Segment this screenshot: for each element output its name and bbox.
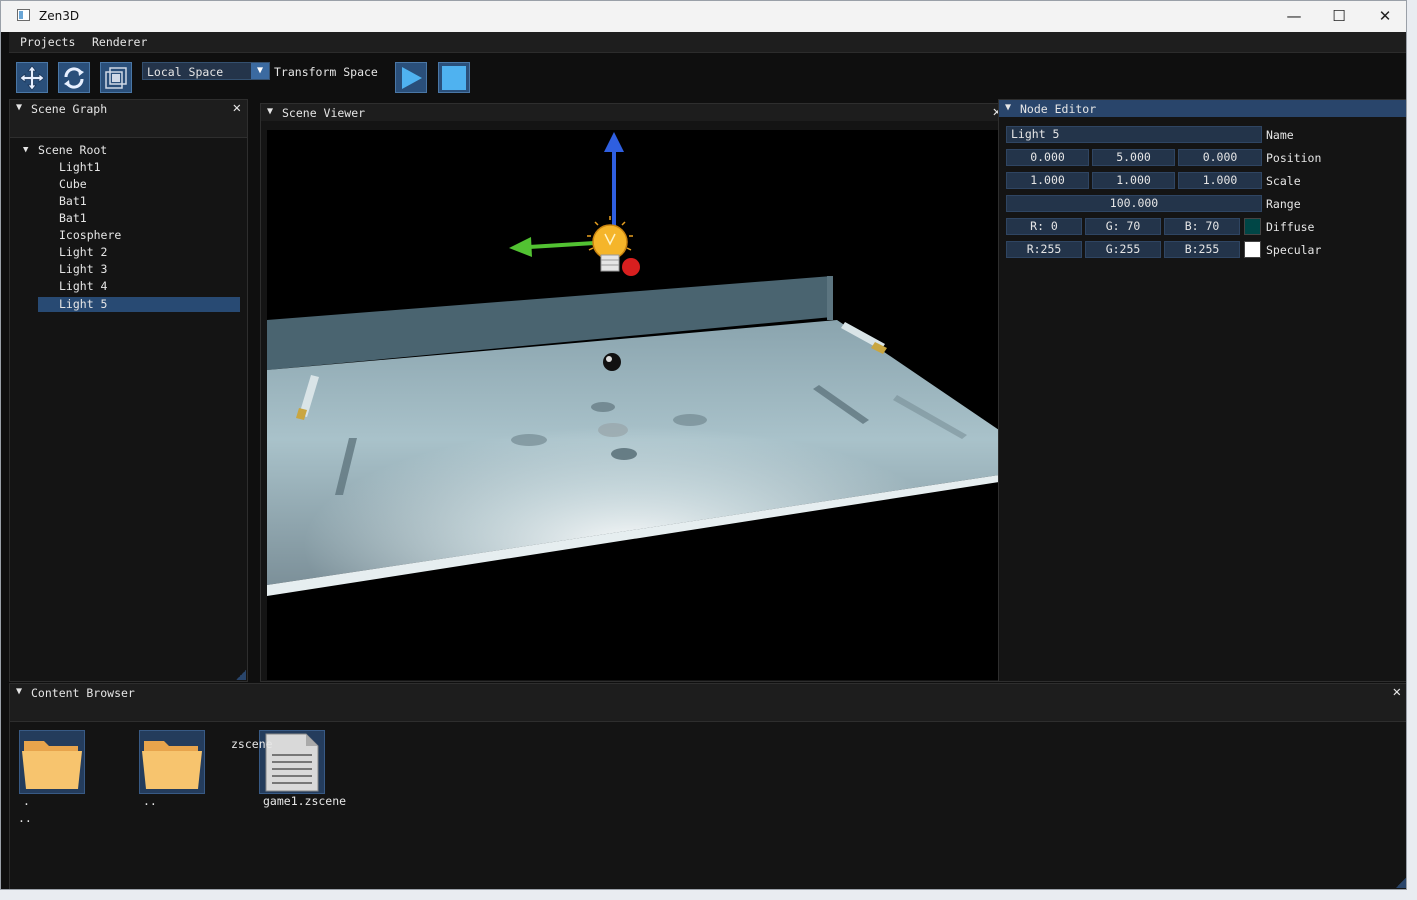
scene-graph-toolbar	[10, 117, 247, 138]
tree-item-bat1[interactable]: Bat1	[59, 194, 87, 209]
move-tool-button[interactable]	[16, 62, 48, 93]
resize-grip[interactable]	[236, 670, 246, 680]
scene-graph-header[interactable]: ▼ Scene Graph ✕	[10, 100, 247, 117]
folder-current-label: .	[23, 794, 30, 808]
menu-bar: Projects Renderer	[9, 32, 1406, 53]
scene-viewer-panel: ▼ Scene Viewer ✕	[260, 103, 1001, 682]
extra-parent-label: ..	[18, 811, 32, 825]
menu-projects[interactable]: Projects	[20, 35, 75, 49]
stop-icon	[442, 65, 466, 90]
diffuse-color-swatch[interactable]	[1244, 218, 1261, 235]
specular-color-swatch[interactable]	[1244, 241, 1261, 258]
minimize-button[interactable]: —	[1271, 1, 1317, 32]
close-window-button[interactable]: ✕	[1362, 1, 1406, 32]
stop-button[interactable]	[438, 62, 470, 93]
tree-item-light-4[interactable]: Light 4	[59, 279, 107, 294]
diffuse-r-input[interactable]: R: 0	[1006, 218, 1082, 235]
scene-viewer-header[interactable]: ▼ Scene Viewer ✕	[261, 104, 1001, 121]
position-y-input[interactable]: 5.000	[1092, 149, 1175, 166]
content-browser-panel: ▼ Content Browser ✕ . .. zscene game1.zs…	[9, 683, 1406, 889]
move-arrows-icon	[19, 64, 45, 91]
specular-label: Specular	[1266, 243, 1322, 257]
folder-icon	[22, 741, 82, 789]
diffuse-g-input[interactable]: G: 70	[1085, 218, 1161, 235]
folder-parent-label: ..	[143, 794, 157, 808]
app-icon	[17, 9, 30, 21]
file-type-tag: zscene	[231, 737, 273, 751]
file-game1-label: game1.zscene	[263, 794, 347, 808]
play-button[interactable]	[395, 62, 427, 93]
folder-parent[interactable]	[139, 730, 205, 794]
scene-root-node[interactable]: Scene Root	[38, 143, 107, 158]
specular-b-input[interactable]: B:255	[1164, 241, 1240, 258]
content-browser-header[interactable]: ▼ Content Browser ✕	[10, 684, 1406, 701]
rotate-icon	[64, 66, 84, 89]
scene-graph-title: Scene Graph	[31, 102, 108, 116]
node-editor-panel: ▼ Node Editor Light 5 Name 0.000 5.000 0…	[998, 99, 1406, 682]
window-title: Zen3D	[39, 9, 80, 23]
resize-grip[interactable]	[1396, 878, 1406, 888]
range-input[interactable]: 100.000	[1006, 195, 1262, 212]
close-icon[interactable]: ✕	[233, 100, 241, 116]
diffuse-label: Diffuse	[1266, 220, 1315, 234]
chevron-down-icon: ▼	[251, 63, 269, 79]
tree-item-light-2[interactable]: Light 2	[59, 245, 107, 260]
position-x-input[interactable]: 0.000	[1006, 149, 1089, 166]
specular-g-input[interactable]: G:255	[1085, 241, 1161, 258]
title-bar: Zen3D — ☐ ✕	[1, 1, 1406, 32]
scale-z-input[interactable]: 1.000	[1178, 172, 1262, 189]
position-label: Position	[1266, 151, 1322, 165]
tree-item-bat1-second[interactable]: Bat1	[59, 211, 87, 226]
content-browser-title: Content Browser	[31, 686, 135, 700]
tree-item-light-5-label: Light 5	[59, 297, 108, 311]
app-window: Zen3D — ☐ ✕ Projects Renderer Local Spac…	[0, 0, 1407, 890]
collapse-triangle-icon[interactable]: ▼	[267, 106, 273, 117]
scale-label: Scale	[1266, 174, 1301, 188]
tree-item-cube[interactable]: Cube	[59, 177, 87, 192]
folder-icon	[142, 741, 202, 789]
node-editor-title: Node Editor	[1020, 102, 1097, 116]
transform-space-label: Transform Space	[274, 65, 378, 79]
menu-renderer[interactable]: Renderer	[92, 35, 147, 49]
transform-space-value: Local Space	[147, 65, 224, 79]
collapse-triangle-icon[interactable]: ▼	[16, 686, 22, 697]
node-editor-header[interactable]: ▼ Node Editor	[999, 100, 1406, 117]
scale-x-input[interactable]: 1.000	[1006, 172, 1089, 189]
tree-item-icosphere[interactable]: Icosphere	[59, 228, 121, 243]
scene-viewer-title: Scene Viewer	[282, 106, 366, 120]
scale-icon	[105, 66, 127, 89]
ball	[603, 353, 621, 371]
diffuse-b-input[interactable]: B: 70	[1164, 218, 1240, 235]
scale-y-input[interactable]: 1.000	[1092, 172, 1175, 189]
position-z-input[interactable]: 0.000	[1178, 149, 1262, 166]
scale-tool-button[interactable]	[100, 62, 132, 93]
tree-item-light-5-selected[interactable]: Light 5	[38, 297, 240, 312]
name-label: Name	[1266, 128, 1294, 142]
rotate-tool-button[interactable]	[58, 62, 90, 93]
collapse-triangle-icon[interactable]: ▼	[1005, 102, 1011, 113]
tree-item-light1[interactable]: Light1	[59, 160, 101, 175]
name-input[interactable]: Light 5	[1006, 126, 1262, 143]
play-icon	[402, 66, 422, 89]
tree-expand-icon[interactable]: ▼	[23, 143, 28, 158]
folder-current[interactable]	[19, 730, 85, 794]
transform-space-select[interactable]: Local Space ▼	[142, 62, 270, 80]
viewport-3d[interactable]	[267, 130, 999, 680]
maximize-button[interactable]: ☐	[1316, 1, 1362, 32]
close-icon[interactable]: ✕	[1393, 684, 1401, 700]
tree-item-light-3[interactable]: Light 3	[59, 262, 107, 277]
range-label: Range	[1266, 197, 1301, 211]
collapse-triangle-icon[interactable]: ▼	[16, 102, 22, 113]
specular-r-input[interactable]: R:255	[1006, 241, 1082, 258]
content-browser-toolbar	[10, 701, 1406, 722]
scene-graph-panel: ▼ Scene Graph ✕ ▼ Scene Root Light1 Cube…	[9, 99, 248, 682]
